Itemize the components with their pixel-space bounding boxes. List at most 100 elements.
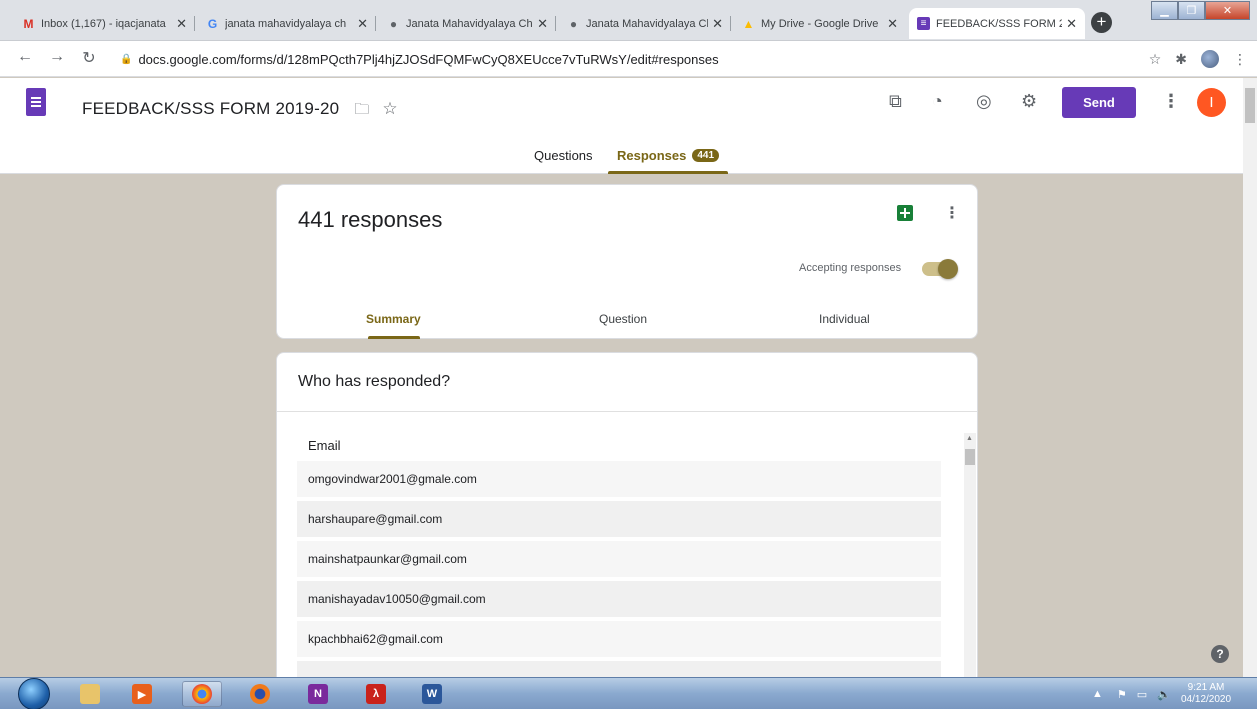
responses-heading: 441 responses	[298, 207, 443, 232]
settings-gear-icon[interactable]: ⚙	[1021, 91, 1037, 112]
responses-summary-card: 441 responses ⋮ Accepting responses Summ…	[276, 184, 978, 339]
folder-icon[interactable]: 🗀	[354, 101, 369, 118]
chrome-button[interactable]	[182, 681, 222, 707]
window-controls: ▁ ❐ ✕	[1151, 1, 1250, 20]
send-button[interactable]: Send	[1062, 87, 1136, 118]
list-item: mainshatpaunkar@gmail.com	[297, 541, 941, 577]
google-drive-icon: ▲	[742, 16, 755, 31]
subtab-summary[interactable]: Summary	[366, 312, 421, 326]
close-icon[interactable]: ✕	[176, 16, 187, 32]
onenote-icon: N	[308, 684, 328, 704]
close-icon[interactable]: ✕	[1066, 16, 1077, 32]
google-sheets-icon[interactable]	[897, 205, 913, 221]
tab-title: My Drive - Google Drive	[761, 17, 879, 30]
email-column-header: Email	[308, 438, 341, 453]
forms-header: FEEDBACK/SSS FORM 2019-20 🗀 ☆ ⧉ ◔ ◎ ⚙ Se…	[0, 78, 1243, 174]
list-item: harshaupare@gmail.com	[297, 501, 941, 537]
close-icon[interactable]: ✕	[887, 16, 898, 32]
acrobat-icon: λ	[366, 684, 386, 704]
active-subtab-indicator	[368, 336, 420, 339]
tab-title: Inbox (1,167) - iqacjanata	[41, 17, 166, 30]
browser-tab-janata-2[interactable]: ● Janata Mahavidyalaya Ch ✕	[559, 8, 731, 39]
list-item: kpachbhai62@gmail.com	[297, 621, 941, 657]
list-item: omgovindwar2001@gmale.com	[297, 461, 941, 497]
reload-icon[interactable]: ↻	[78, 48, 100, 68]
addons-puzzle-icon[interactable]: ⧉	[889, 91, 902, 112]
profile-avatar[interactable]	[1201, 50, 1219, 68]
subtab-question[interactable]: Question	[599, 312, 647, 326]
active-tab-indicator	[608, 171, 728, 174]
browser-tab-strip: M Inbox (1,167) - iqacjanata ✕ G janata …	[0, 0, 1257, 41]
more-options-icon[interactable]: ⋮	[944, 203, 960, 223]
word-button[interactable]: W	[412, 681, 452, 707]
firefox-button[interactable]	[240, 681, 280, 707]
windows-taskbar: ▶ N λ W ▲ ⚑ ▭ 🔈 9:21 AM 04/12/2020	[0, 677, 1257, 709]
tray-expand-icon[interactable]: ▲	[1092, 688, 1103, 700]
url-text: docs.google.com/forms/d/128mPQcth7Plj4hj…	[138, 51, 719, 67]
scroll-up-icon[interactable]: ▲	[966, 435, 973, 442]
close-window-button[interactable]: ✕	[1205, 1, 1250, 20]
word-icon: W	[422, 684, 442, 704]
lock-icon: 🔒	[120, 53, 133, 65]
form-title[interactable]: FEEDBACK/SSS FORM 2019-20 🗀 ☆	[82, 99, 398, 124]
google-forms-icon: ≡	[917, 17, 930, 30]
address-bar-row: ← → ↻ 🔒 docs.google.com/forms/d/128mPQct…	[0, 41, 1257, 77]
page-scrollbar[interactable]	[1243, 78, 1257, 677]
folder-icon	[80, 684, 100, 704]
bookmark-star-icon[interactable]: ☆	[1149, 51, 1162, 68]
help-button[interactable]: ?	[1211, 645, 1229, 663]
who-responded-title: Who has responded?	[298, 373, 451, 390]
tab-responses[interactable]: Responses 441	[617, 148, 720, 163]
media-player-icon: ▶	[132, 684, 152, 704]
responses-count-badge: 441	[692, 149, 720, 162]
minimize-button[interactable]: ▁	[1151, 1, 1178, 20]
url-bar[interactable]: 🔒 docs.google.com/forms/d/128mPQcth7Plj4…	[110, 45, 1120, 73]
more-options-icon[interactable]: ⋮	[1162, 91, 1180, 112]
close-icon[interactable]: ✕	[537, 16, 548, 32]
chrome-icon	[192, 684, 212, 704]
email-list: omgovindwar2001@gmale.com harshaupare@gm…	[297, 461, 941, 691]
file-explorer-button[interactable]	[70, 681, 110, 707]
tab-questions[interactable]: Questions	[534, 148, 593, 163]
extensions-icon[interactable]: ✱	[1175, 51, 1187, 68]
start-button[interactable]	[18, 678, 50, 709]
forward-icon[interactable]: →	[46, 48, 68, 66]
form-tabs: Questions Responses 441	[0, 145, 1243, 174]
browser-tab-gmail[interactable]: M Inbox (1,167) - iqacjanata ✕	[14, 8, 195, 39]
network-icon[interactable]: ▭	[1137, 688, 1147, 701]
browser-toolbar-icons: ☆ ✱ ⋮	[1149, 50, 1247, 68]
globe-icon: ●	[389, 16, 398, 31]
tab-title: janata mahavidyalaya ch	[225, 17, 347, 30]
system-clock[interactable]: 9:21 AM 04/12/2020	[1181, 682, 1231, 706]
palette-icon[interactable]: ◔	[932, 91, 943, 112]
browser-tab-forms[interactable]: ≡ FEEDBACK/SSS FORM 20 ✕	[909, 8, 1085, 39]
accepting-responses-label: Accepting responses	[799, 262, 902, 274]
gmail-icon: M	[23, 16, 34, 31]
google-forms-logo-icon[interactable]	[26, 88, 46, 116]
tab-title: Janata Mahavidyalaya Ch	[586, 17, 709, 30]
firefox-icon	[250, 684, 270, 704]
onenote-button[interactable]: N	[298, 681, 338, 707]
close-icon[interactable]: ✕	[357, 16, 368, 32]
browser-tab-janata-1[interactable]: ● Janata Mahavidyalaya Ch ✕	[379, 8, 556, 39]
globe-icon: ●	[569, 16, 578, 31]
volume-icon[interactable]: 🔈	[1157, 688, 1171, 701]
media-player-button[interactable]: ▶	[122, 681, 162, 707]
tab-title: Janata Mahavidyalaya Ch	[406, 17, 533, 30]
new-tab-button[interactable]: +	[1091, 12, 1112, 33]
avatar[interactable]: I	[1197, 88, 1226, 117]
back-icon[interactable]: ←	[14, 48, 36, 66]
acrobat-button[interactable]: λ	[356, 681, 396, 707]
tab-title: FEEDBACK/SSS FORM 20	[936, 17, 1063, 30]
maximize-button[interactable]: ❐	[1178, 1, 1205, 20]
browser-menu-icon[interactable]: ⋮	[1233, 51, 1247, 68]
preview-eye-icon[interactable]: ◎	[976, 91, 992, 112]
browser-tab-google-search[interactable]: G janata mahavidyalaya ch ✕	[198, 8, 376, 39]
subtab-individual[interactable]: Individual	[819, 312, 870, 326]
close-icon[interactable]: ✕	[712, 16, 723, 32]
action-center-flag-icon[interactable]: ⚑	[1117, 688, 1127, 701]
email-list-scrollbar[interactable]: ▲	[964, 433, 976, 691]
browser-tab-drive[interactable]: ▲ My Drive - Google Drive ✕	[734, 8, 906, 39]
accepting-responses-toggle[interactable]	[922, 259, 958, 279]
star-icon[interactable]: ☆	[382, 99, 397, 118]
